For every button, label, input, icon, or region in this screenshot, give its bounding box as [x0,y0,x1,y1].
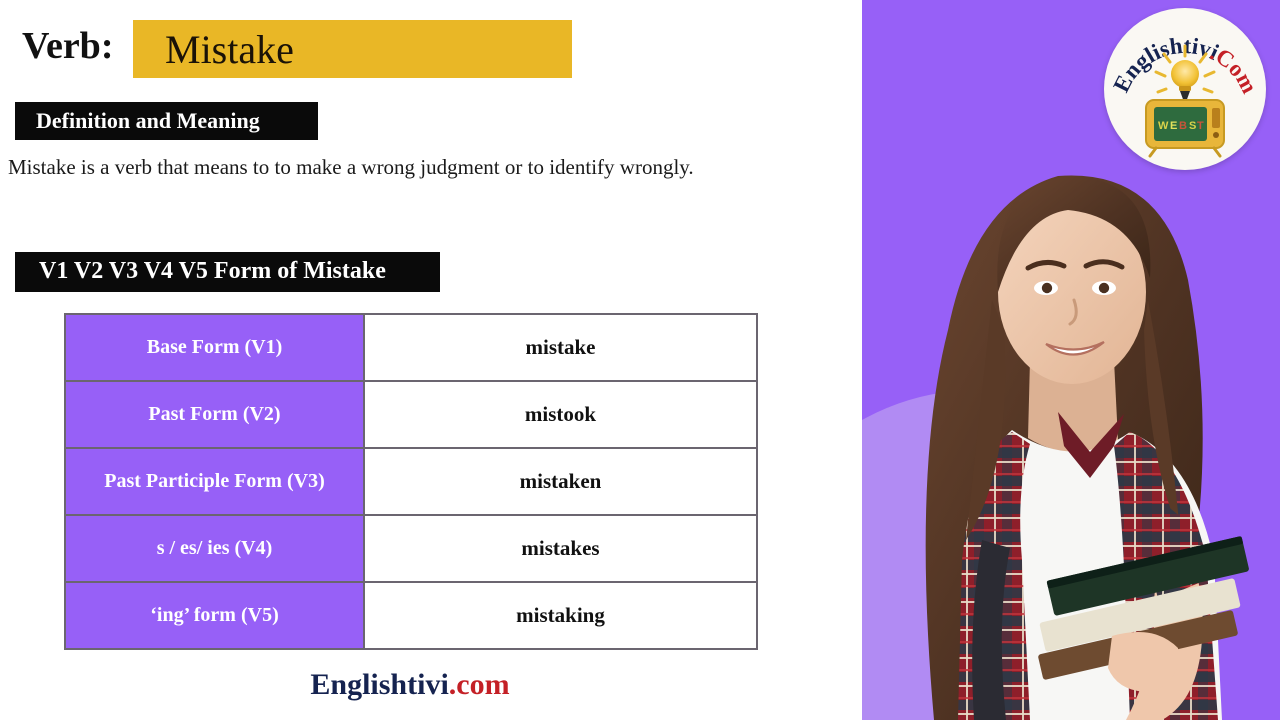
definition-text: Mistake is a verb that means to to make … [8,155,694,179]
svg-text:E: E [1170,120,1177,132]
form-value-cell: mistaking [363,581,758,650]
form-value-cell: mistook [363,380,758,449]
svg-text:T: T [1197,120,1204,132]
verb-forms-table: Base Form (V1) mistake Past Form (V2) mi… [64,313,758,650]
form-label-cell: Past Participle Form (V3) [64,447,365,516]
form-value-cell: mistaken [363,447,758,516]
svg-text:.Com: .Com [1206,40,1262,98]
svg-text:W: W [1158,120,1169,132]
definition-badge-label: Definition and Meaning [36,108,260,133]
svg-text:B: B [1179,120,1187,132]
verb-forms-table-body: Base Form (V1) mistake Past Form (V2) mi… [64,313,758,650]
lightbulb-icon [1171,60,1199,102]
table-row: s / es/ ies (V4) mistakes [64,514,758,583]
verb-forms-badge: V1 V2 V3 V4 V5 Form of Mistake [15,252,440,292]
verb-label: Verb: [22,25,114,67]
logo-tld-text: .Com [1206,40,1262,98]
logo-brand-text: Englishtivi [1108,33,1223,96]
form-value-cell: mistakes [363,514,758,583]
table-row: ‘ing’ form (V5) mistaking [64,581,758,650]
form-label-cell: ‘ing’ form (V5) [64,581,365,650]
footer-brand-tld: .com [448,668,510,701]
panel-white-gutter [846,0,862,720]
verb-word: Mistake [165,27,294,72]
definition-badge: Definition and Meaning [15,102,318,140]
englishtivi-logo-badge[interactable]: Englishtivi .Com W E B S T [1104,8,1266,170]
svg-text:Englishtivi: Englishtivi [1108,33,1223,96]
table-row: Base Form (V1) mistake [64,313,758,382]
verb-header-row: Verb: Mistake [0,10,600,78]
table-row: Past Form (V2) mistook [64,380,758,449]
form-label-cell: Base Form (V1) [64,313,365,382]
footer-brand[interactable]: Englishtivi.com [0,668,820,702]
verb-word-chip: Mistake [133,20,572,78]
form-label-cell: s / es/ ies (V4) [64,514,365,583]
verb-forms-badge-label: V1 V2 V3 V4 V5 Form of Mistake [39,258,386,284]
form-label-cell: Past Form (V2) [64,380,365,449]
television-icon: W E B S T [1145,99,1225,158]
svg-text:S: S [1189,120,1196,132]
form-value-cell: mistake [363,313,758,382]
infographic-page: Englishtivi .Com W E B S T Verb: Mistake… [0,0,1280,720]
table-row: Past Participle Form (V3) mistaken [64,447,758,516]
footer-brand-name: Englishtivi [310,668,449,701]
